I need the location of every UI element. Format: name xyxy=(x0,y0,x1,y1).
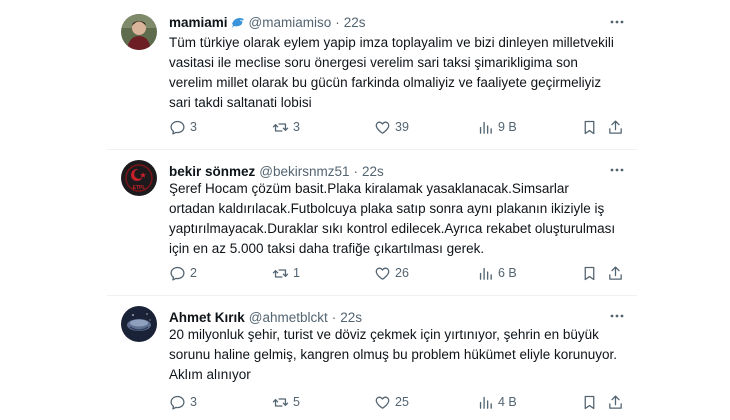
views-count: 4 B xyxy=(498,395,517,409)
more-options-icon[interactable] xyxy=(607,160,627,180)
avatar[interactable] xyxy=(121,306,157,342)
author-name[interactable]: bekir sönmez xyxy=(169,164,255,179)
tweet-header: bekir sönmez @bekirsnmz51 · 22s xyxy=(169,163,384,179)
share-icon xyxy=(607,265,624,282)
like-count: 25 xyxy=(395,395,409,409)
avatar[interactable]: ETPL xyxy=(121,160,157,196)
tweet-text-line: ortadan kaldırılacak.Futbolcuya plaka sa… xyxy=(169,201,605,216)
tweet-text-line: 20 milyonluk şehir, turist ve döviz çekm… xyxy=(169,327,599,342)
tweet-timeline: mamiami @mamiamiso · 22s Tüm türkiye ola… xyxy=(107,0,637,420)
tweet-text-line: Aklım alınıyor xyxy=(169,367,251,382)
author-handle[interactable]: @mamiamiso xyxy=(249,15,332,30)
share-icon xyxy=(607,119,624,136)
more-options-icon[interactable] xyxy=(607,12,627,32)
views-count: 9 B xyxy=(498,120,517,134)
like-button[interactable]: 26 xyxy=(374,263,409,283)
reply-icon xyxy=(169,265,186,282)
separator-dot: · xyxy=(335,14,340,30)
tweet-header: Ahmet Kırık @ahmetblckt · 22s xyxy=(169,309,362,325)
bookmark-icon xyxy=(581,394,598,411)
like-button[interactable]: 25 xyxy=(374,392,409,412)
retweet-count: 1 xyxy=(293,266,300,280)
share-button[interactable] xyxy=(607,117,624,137)
views-button[interactable]: 9 B xyxy=(477,117,517,137)
tweet-actions: 3 3 39 9 B xyxy=(169,117,627,137)
tweet-text-line: vasitasi ile meclise soru önergesi verel… xyxy=(169,55,578,70)
retweet-icon xyxy=(272,394,289,411)
tweet-actions: 3 5 25 4 B xyxy=(169,392,627,412)
share-button[interactable] xyxy=(607,392,624,412)
tweet-text-line: sorunu haline gelmiş, kangren olmuş bu p… xyxy=(169,347,617,362)
retweet-icon xyxy=(272,119,289,136)
reply-count: 3 xyxy=(190,120,197,134)
views-count: 6 B xyxy=(498,266,517,280)
reply-icon xyxy=(169,119,186,136)
views-button[interactable]: 6 B xyxy=(477,263,517,283)
author-handle[interactable]: @ahmetblckt xyxy=(249,310,328,325)
avatar-text: ETPL xyxy=(133,185,146,191)
heart-icon xyxy=(374,265,391,282)
author-handle[interactable]: @bekirsnmz51 xyxy=(259,164,349,179)
tweet-actions: 2 1 26 6 B xyxy=(169,263,627,283)
tweet-text: 20 milyonluk şehir, turist ve döviz çekm… xyxy=(169,325,627,385)
tweet-text-line: Tüm türkiye olarak eylem yapip imza topl… xyxy=(169,35,614,50)
views-chart-icon xyxy=(477,119,494,136)
reply-button[interactable]: 3 xyxy=(169,392,197,412)
bookmark-button[interactable] xyxy=(581,263,598,283)
like-count: 26 xyxy=(395,266,409,280)
tweet-text-line: sari takdi saltanati lobisi xyxy=(169,95,312,110)
like-button[interactable]: 39 xyxy=(374,117,409,137)
tweet-card-mamiami[interactable]: mamiami @mamiamiso · 22s Tüm türkiye ola… xyxy=(107,0,637,149)
bookmark-button[interactable] xyxy=(581,117,598,137)
like-count: 39 xyxy=(395,120,409,134)
tweet-timestamp[interactable]: 22s xyxy=(362,164,384,179)
views-button[interactable]: 4 B xyxy=(477,392,517,412)
avatar[interactable] xyxy=(121,14,157,50)
views-chart-icon xyxy=(477,265,494,282)
tweet-text: Şeref Hocam çözüm basit.Plaka kiralamak … xyxy=(169,179,627,259)
tweet-text: Tüm türkiye olarak eylem yapip imza topl… xyxy=(169,33,627,113)
tweet-text-line: verelim millet olarak bu gücün farkinda … xyxy=(169,75,602,90)
dolphin-emoji-icon xyxy=(231,15,245,29)
reply-button[interactable]: 3 xyxy=(169,117,197,137)
bookmark-icon xyxy=(581,119,598,136)
tweet-header: mamiami @mamiamiso · 22s xyxy=(169,14,366,30)
views-chart-icon xyxy=(477,394,494,411)
reply-count: 2 xyxy=(190,266,197,280)
tweet-card-bekir[interactable]: ETPL bekir sönmez @bekirsnmz51 · 22s Şer… xyxy=(107,149,637,295)
bookmark-button[interactable] xyxy=(581,392,598,412)
reply-button[interactable]: 2 xyxy=(169,263,197,283)
share-button[interactable] xyxy=(607,263,624,283)
retweet-button[interactable]: 1 xyxy=(272,263,300,283)
author-name[interactable]: Ahmet Kırık xyxy=(169,310,245,325)
heart-icon xyxy=(374,119,391,136)
more-options-icon[interactable] xyxy=(607,306,627,326)
retweet-button[interactable]: 5 xyxy=(272,392,300,412)
bookmark-icon xyxy=(581,265,598,282)
tweet-timestamp[interactable]: 22s xyxy=(340,310,362,325)
retweet-count: 3 xyxy=(293,120,300,134)
share-icon xyxy=(607,394,624,411)
retweet-button[interactable]: 3 xyxy=(272,117,300,137)
tweet-text-line: için en az 5.000 taksi daha trafiğe çıka… xyxy=(169,241,485,256)
tweet-text-line: yaptırılmayacak.Duraklar sıkı kontrol ed… xyxy=(169,221,616,236)
separator-dot: · xyxy=(331,309,337,325)
tweet-timestamp[interactable]: 22s xyxy=(344,15,366,30)
reply-icon xyxy=(169,394,186,411)
retweet-icon xyxy=(272,265,289,282)
heart-icon xyxy=(374,394,391,411)
author-name[interactable]: mamiami xyxy=(169,15,228,30)
tweet-card-ahmet[interactable]: Ahmet Kırık @ahmetblckt · 22s 20 milyonl… xyxy=(107,295,637,420)
reply-count: 3 xyxy=(190,395,197,409)
retweet-count: 5 xyxy=(293,395,300,409)
tweet-text-line: Şeref Hocam çözüm basit.Plaka kiralamak … xyxy=(169,181,569,196)
separator-dot: · xyxy=(353,163,359,179)
